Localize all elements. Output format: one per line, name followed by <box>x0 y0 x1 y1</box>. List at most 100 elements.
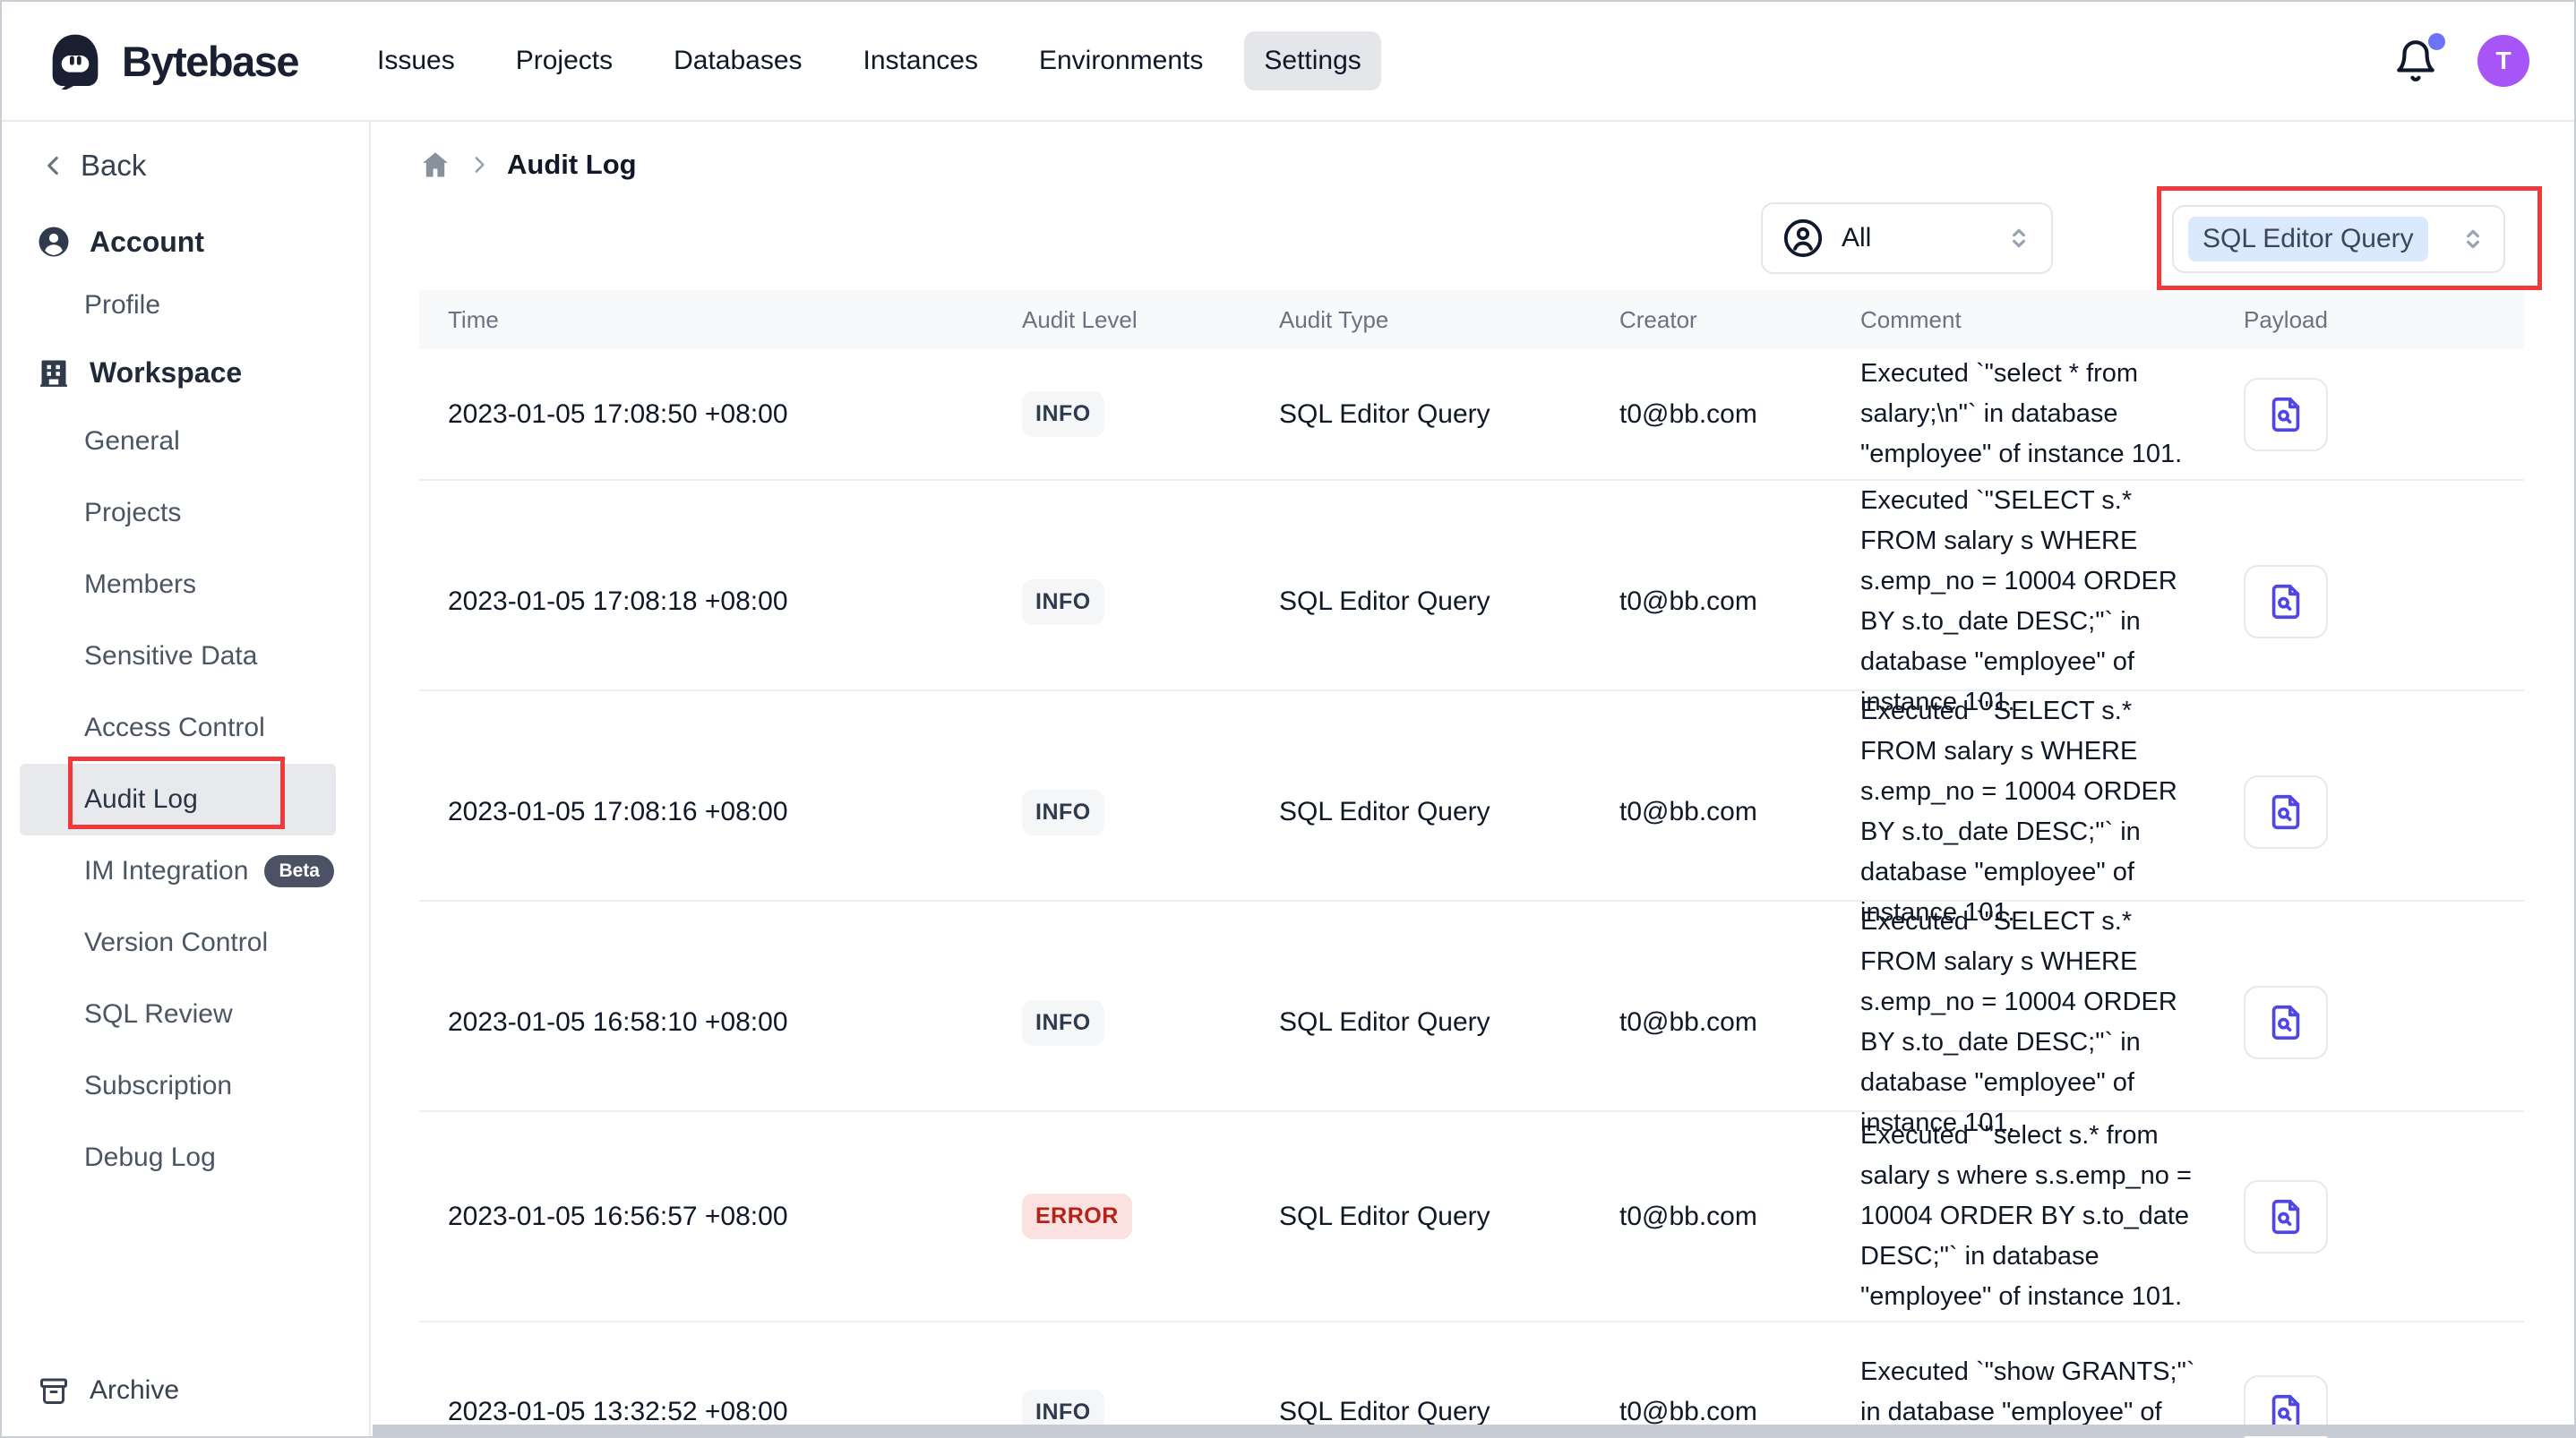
sidebar-item-access-control[interactable]: Access Control <box>2 692 369 764</box>
col-creator: Creator <box>1591 306 1832 334</box>
sidebar-item-general[interactable]: General <box>2 406 369 477</box>
nav-item-environments[interactable]: Environments <box>1019 31 1223 90</box>
beta-badge: Beta <box>264 855 334 887</box>
home-icon[interactable] <box>419 149 451 181</box>
cell-comment: Executed `"select s.* from salary s wher… <box>1832 1116 2215 1317</box>
nav-item-settings[interactable]: Settings <box>1244 31 1380 90</box>
cell-comment: Executed `"SELECT s.* FROM salary s WHER… <box>1832 902 2215 1143</box>
status-badge: INFO <box>1022 1000 1104 1046</box>
sidebar-item-members[interactable]: Members <box>2 549 369 621</box>
cell-time: 2023-01-05 17:08:18 +08:00 <box>419 586 993 617</box>
cell-audit-type: SQL Editor Query <box>1250 1007 1591 1038</box>
settings-sidebar: Back Account Profile <box>2 122 371 1436</box>
cell-creator: t0@bb.com <box>1591 797 1832 827</box>
sidebar-item-sql-review[interactable]: SQL Review <box>2 979 369 1050</box>
table-row: 2023-01-05 17:08:16 +08:00 INFO SQL Edit… <box>419 691 2524 902</box>
section-workspace-label: Workspace <box>90 356 242 389</box>
archive-icon <box>38 1374 70 1407</box>
horizontal-scrollbar[interactable] <box>373 1425 2574 1436</box>
brand-name: Bytebase <box>122 37 298 86</box>
section-workspace: Workspace <box>2 339 369 406</box>
view-payload-button[interactable] <box>2244 1180 2328 1254</box>
cell-comment: Executed `"SELECT s.* FROM salary s WHER… <box>1832 691 2215 933</box>
notifications-button[interactable] <box>2393 39 2438 83</box>
user-round-icon <box>38 226 70 258</box>
table-header: Time Audit Level Audit Type Creator Comm… <box>419 290 2524 349</box>
avatar[interactable]: T <box>2477 35 2529 87</box>
table-row: 2023-01-05 17:08:18 +08:00 INFO SQL Edit… <box>419 481 2524 691</box>
status-badge: ERROR <box>1022 1194 1132 1239</box>
section-account: Account <box>2 212 369 271</box>
col-audit-type: Audit Type <box>1250 306 1591 334</box>
bytebase-mascot-icon <box>47 32 104 90</box>
user-circle-icon <box>1782 218 1824 259</box>
main-content: Audit Log All <box>371 122 2574 1436</box>
audit-type-filter-select[interactable]: SQL Editor Query <box>2172 205 2505 273</box>
cell-time: 2023-01-05 16:56:57 +08:00 <box>419 1202 993 1232</box>
view-payload-button[interactable] <box>2244 775 2328 849</box>
nav-item-projects[interactable]: Projects <box>496 31 632 90</box>
table-row: 2023-01-05 13:32:52 +08:00 INFO SQL Edit… <box>419 1322 2524 1438</box>
cell-time: 2023-01-05 17:08:16 +08:00 <box>419 797 993 827</box>
section-account-label: Account <box>90 226 204 259</box>
col-time: Time <box>419 306 993 334</box>
sidebar-item-sensitive-data[interactable]: Sensitive Data <box>2 621 369 692</box>
select-chevrons-icon <box>2005 224 2033 253</box>
nav-item-instances[interactable]: Instances <box>844 31 998 90</box>
cell-creator: t0@bb.com <box>1591 586 1832 617</box>
creator-filter-select[interactable]: All <box>1761 202 2053 274</box>
brand-logo[interactable]: Bytebase <box>47 32 298 90</box>
col-payload: Payload <box>2215 306 2524 334</box>
table-row: 2023-01-05 16:58:10 +08:00 INFO SQL Edit… <box>419 902 2524 1112</box>
status-badge: INFO <box>1022 579 1104 625</box>
sidebar-item-im-integration[interactable]: IM Integration Beta <box>2 835 369 907</box>
page-title: Audit Log <box>507 149 637 181</box>
nav-item-issues[interactable]: Issues <box>357 31 475 90</box>
archive-label: Archive <box>90 1375 179 1406</box>
nav-links: Issues Projects Databases Instances Envi… <box>357 31 1381 90</box>
sidebar-item-audit-log[interactable]: Audit Log <box>20 764 336 835</box>
cell-time: 2023-01-05 17:08:50 +08:00 <box>419 399 993 430</box>
sidebar-item-projects[interactable]: Projects <box>2 477 369 549</box>
cell-comment: Executed `"SELECT s.* FROM salary s WHER… <box>1832 481 2215 723</box>
creator-filter-value: All <box>1842 223 1871 253</box>
cell-creator: t0@bb.com <box>1591 1397 1832 1427</box>
cell-time: 2023-01-05 16:58:10 +08:00 <box>419 1007 993 1038</box>
chevron-left-icon <box>38 150 68 181</box>
top-navbar: Bytebase Issues Projects Databases Insta… <box>2 2 2574 122</box>
sidebar-item-audit-log-label: Audit Log <box>84 784 198 815</box>
cell-audit-type: SQL Editor Query <box>1250 1202 1591 1232</box>
sidebar-item-debug-log[interactable]: Debug Log <box>2 1122 369 1194</box>
sidebar-item-profile[interactable]: Profile <box>2 271 369 339</box>
table-row: 2023-01-05 16:56:57 +08:00 ERROR SQL Edi… <box>419 1112 2524 1322</box>
view-payload-button[interactable] <box>2244 986 2328 1059</box>
cell-creator: t0@bb.com <box>1591 1007 1832 1038</box>
cell-audit-type: SQL Editor Query <box>1250 586 1591 617</box>
annotation-box-type-filter: SQL Editor Query <box>2157 186 2542 290</box>
breadcrumb: Audit Log <box>419 143 2524 186</box>
back-button[interactable]: Back <box>2 136 369 195</box>
audit-type-filter-value: SQL Editor Query <box>2188 217 2428 261</box>
cell-creator: t0@bb.com <box>1591 1202 1832 1232</box>
status-badge: INFO <box>1022 790 1104 835</box>
app-window: Bytebase Issues Projects Databases Insta… <box>0 0 2576 1438</box>
sidebar-item-im-integration-label: IM Integration <box>84 856 248 886</box>
nav-item-databases[interactable]: Databases <box>654 31 821 90</box>
cell-audit-type: SQL Editor Query <box>1250 797 1591 827</box>
chevron-right-icon <box>468 153 491 176</box>
sidebar-item-subscription[interactable]: Subscription <box>2 1050 369 1122</box>
cell-audit-type: SQL Editor Query <box>1250 399 1591 430</box>
sidebar-item-version-control[interactable]: Version Control <box>2 907 369 979</box>
archive-button[interactable]: Archive <box>2 1361 369 1420</box>
cell-creator: t0@bb.com <box>1591 399 1832 430</box>
select-chevrons-icon <box>2459 225 2487 253</box>
view-payload-button[interactable] <box>2244 378 2328 451</box>
view-payload-button[interactable] <box>2244 565 2328 638</box>
table-row: 2023-01-05 17:08:50 +08:00 INFO SQL Edit… <box>419 349 2524 481</box>
status-badge: INFO <box>1022 391 1104 437</box>
col-audit-level: Audit Level <box>993 306 1250 334</box>
filter-row: All SQL Editor Query <box>419 195 2524 281</box>
building-icon <box>38 356 70 389</box>
back-label: Back <box>81 149 146 183</box>
notification-dot <box>2428 33 2445 50</box>
